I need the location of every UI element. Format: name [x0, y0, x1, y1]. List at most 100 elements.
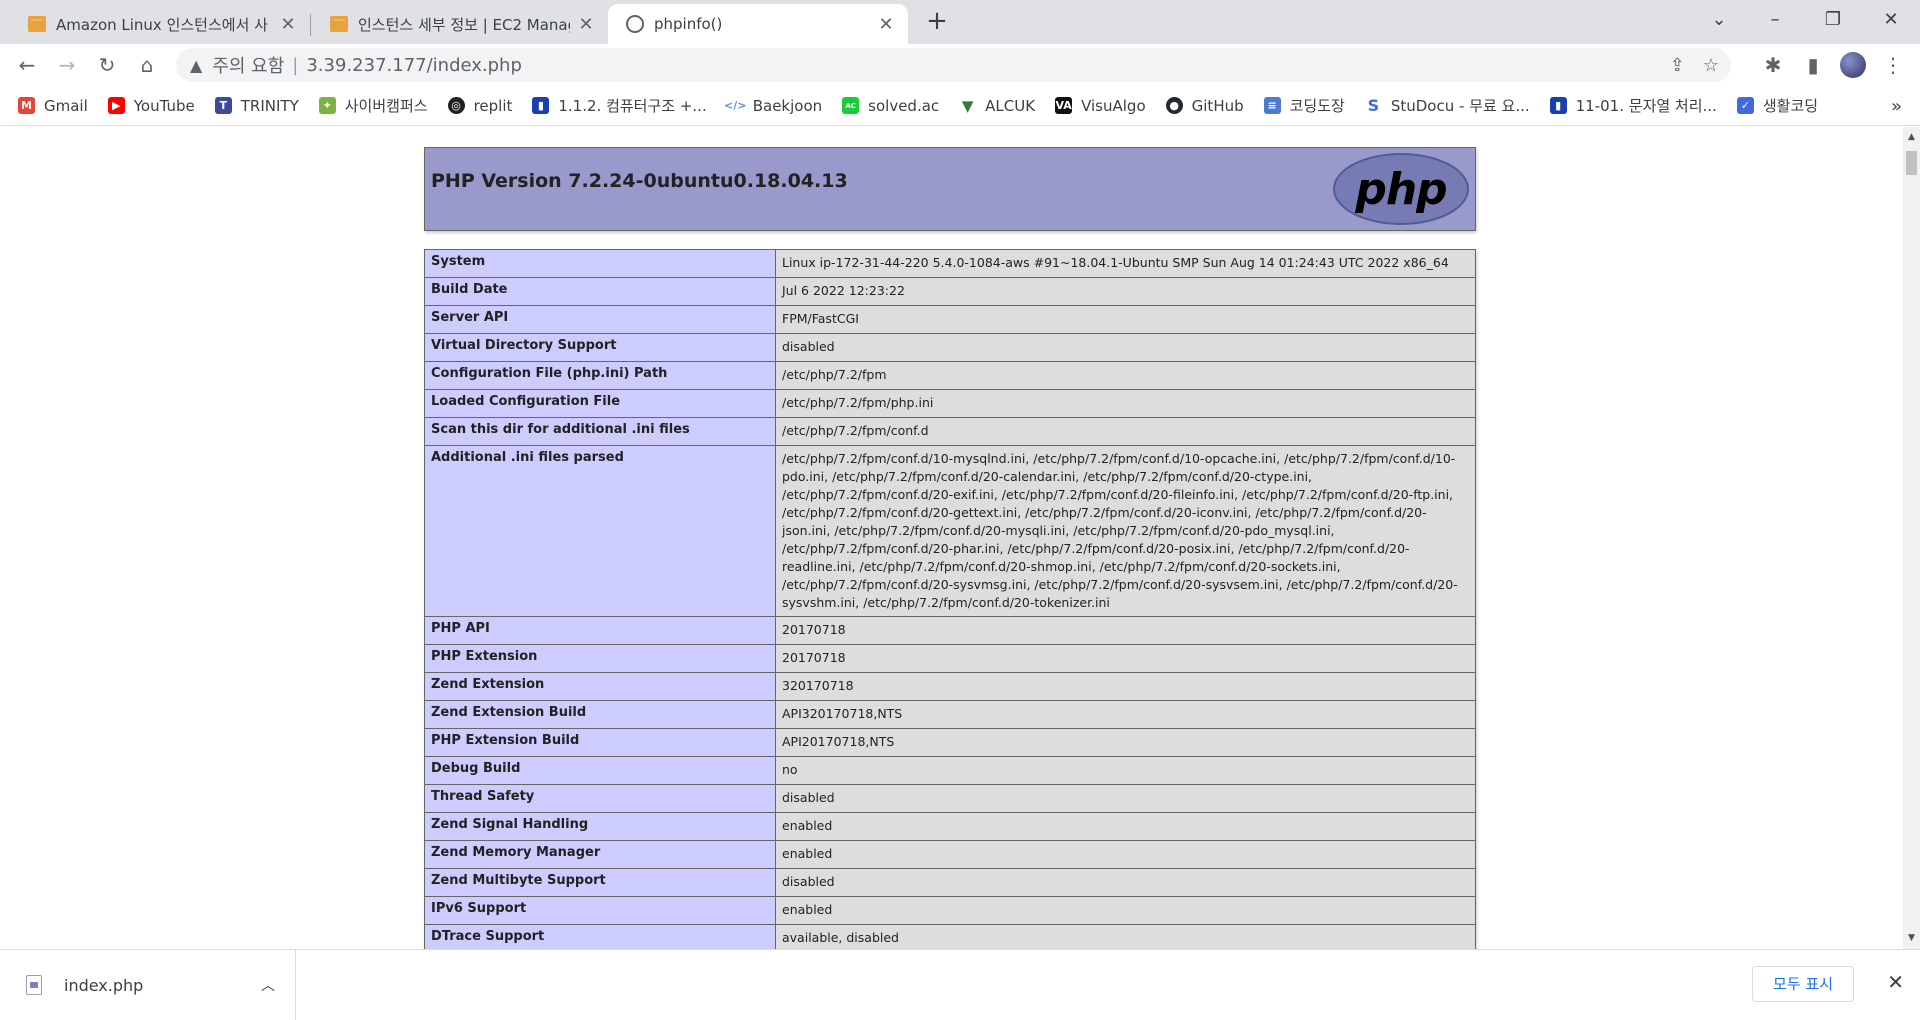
info-value: /etc/php/7.2/fpm/conf.d/10-mysqlnd.ini, …: [775, 445, 1476, 617]
home-icon[interactable]: ⌂: [132, 50, 162, 80]
reload-icon[interactable]: ↻: [92, 50, 122, 80]
bookmark-baekjoon[interactable]: </> Baekjoon: [724, 97, 822, 115]
replit-icon: ◎: [447, 97, 465, 114]
bookmark-computer-architecture[interactable]: ▮ 1.1.2. 컴퓨터구조 +...: [532, 95, 707, 116]
info-key: Scan this dir for additional .ini files: [424, 417, 776, 446]
tab-strip: Amazon Linux 인스턴스에서 사용 ✕ 인스턴스 세부 정보 | EC…: [0, 0, 1920, 44]
tab-phpinfo[interactable]: phpinfo() ✕: [608, 4, 908, 44]
download-bar: index.php ︿ 모두 표시 ✕: [0, 949, 1920, 1020]
bookmark-label: Gmail: [44, 96, 88, 115]
info-key: Server API: [424, 305, 776, 334]
side-panel-icon[interactable]: ▮: [1798, 50, 1828, 80]
close-icon[interactable]: ✕: [576, 14, 596, 35]
info-key: Additional .ini files parsed: [424, 445, 776, 617]
profile-avatar[interactable]: [1840, 52, 1866, 78]
info-row: DTrace Support available, disabled: [424, 924, 1476, 949]
bookmarks-overflow-icon[interactable]: »: [1891, 96, 1902, 117]
back-arrow-icon[interactable]: ←: [12, 50, 42, 80]
info-key: Virtual Directory Support: [424, 333, 776, 362]
info-row: PHP Extension Build API20170718,NTS: [424, 728, 1476, 757]
bookmark-opentutorials[interactable]: ✓ 생활코딩: [1736, 95, 1818, 116]
bookmark-alcuk[interactable]: ▼ ALCUK: [959, 97, 1035, 115]
chevron-up-icon[interactable]: ︿: [261, 975, 275, 995]
info-value: /etc/php/7.2/fpm/php.ini: [775, 389, 1476, 418]
tab-amazon-linux[interactable]: Amazon Linux 인스턴스에서 사용 ✕: [10, 4, 310, 44]
tab-title: phpinfo(): [654, 15, 723, 33]
window-close-icon[interactable]: ✕: [1866, 0, 1916, 40]
info-value: enabled: [775, 840, 1476, 869]
aws-box-icon: [28, 16, 46, 32]
info-key: Thread Safety: [424, 784, 776, 813]
bookmark-cybercampus[interactable]: ✦ 사이버캠퍼스: [318, 95, 428, 116]
address-bar[interactable]: ▲ 주의 요함 | 3.39.237.177/index.php ⇪ ☆: [176, 48, 1731, 82]
github-icon: ●: [1165, 97, 1183, 114]
cybercampus-icon: ✦: [318, 97, 336, 114]
minimize-icon[interactable]: –: [1750, 0, 1800, 40]
bookmark-label: replit: [473, 96, 513, 115]
info-value: disabled: [775, 333, 1476, 362]
youtube-icon: ▶: [107, 97, 125, 114]
close-download-bar-icon[interactable]: ✕: [1887, 970, 1904, 994]
bookmark-trinity[interactable]: T TRINITY: [214, 96, 299, 115]
info-value: API320170718,NTS: [775, 700, 1476, 729]
info-value: FPM/FastCGI: [775, 305, 1476, 334]
bookmark-replit[interactable]: ◎ replit: [447, 96, 513, 115]
book-icon: ▮: [1549, 97, 1567, 114]
php-file-icon: [26, 975, 42, 995]
extensions-puzzle-icon[interactable]: ✱: [1758, 50, 1788, 80]
scroll-down-arrow-icon[interactable]: ▼: [1903, 930, 1920, 947]
scroll-thumb[interactable]: [1906, 151, 1917, 175]
scroll-up-arrow-icon[interactable]: ▲: [1903, 129, 1920, 146]
bookmark-github[interactable]: ● GitHub: [1165, 96, 1244, 115]
info-value: Jul 6 2022 12:23:22: [775, 277, 1476, 306]
close-icon[interactable]: ✕: [876, 14, 896, 35]
tab-search-chevron-icon[interactable]: ⌄: [1694, 0, 1744, 40]
tab-title: 인스턴스 세부 정보 | EC2 Manag: [358, 15, 570, 34]
new-tab-plus-icon[interactable]: +: [922, 6, 952, 36]
bookmark-studocu[interactable]: S StuDocu - 무료 요...: [1364, 95, 1530, 116]
bookmark-youtube[interactable]: ▶ YouTube: [107, 97, 195, 115]
alcuk-icon: ▼: [959, 97, 977, 115]
solvedac-icon: AC: [842, 97, 860, 114]
bookmark-visualgo[interactable]: VA VisuAlgo: [1055, 97, 1146, 115]
info-key: Zend Multibyte Support: [424, 868, 776, 897]
php-logo-text: php: [1355, 163, 1447, 215]
info-row: Zend Signal Handling enabled: [424, 812, 1476, 841]
bookmark-label: GitHub: [1191, 96, 1244, 115]
bookmark-label: TRINITY: [240, 96, 299, 115]
info-value: available, disabled: [775, 924, 1476, 949]
bookmark-solvedac[interactable]: AC solved.ac: [842, 97, 939, 115]
bookmark-gmail[interactable]: M Gmail: [18, 97, 88, 115]
php-version-title: PHP Version 7.2.24-0ubuntu0.18.04.13: [431, 170, 848, 192]
info-key: Zend Memory Manager: [424, 840, 776, 869]
show-all-downloads-button[interactable]: 모두 표시: [1752, 966, 1854, 1002]
php-version-header: PHP Version 7.2.24-0ubuntu0.18.04.13 php: [424, 147, 1476, 231]
tab-ec2-instance[interactable]: 인스턴스 세부 정보 | EC2 Manag ✕: [312, 4, 608, 44]
info-row: Thread Safety disabled: [424, 784, 1476, 813]
page-scrollbar[interactable]: ▲ ▼: [1903, 127, 1920, 949]
warning-triangle-icon[interactable]: ▲: [190, 56, 202, 75]
book-icon: ▮: [532, 97, 550, 114]
info-key: Loaded Configuration File: [424, 389, 776, 418]
info-value: no: [775, 756, 1476, 785]
more-menu-icon[interactable]: ⋮: [1878, 50, 1908, 80]
url-text[interactable]: 3.39.237.177/index.php: [306, 55, 522, 76]
forward-arrow-icon[interactable]: →: [52, 50, 82, 80]
info-value: disabled: [775, 784, 1476, 813]
close-icon[interactable]: ✕: [278, 14, 298, 35]
download-item[interactable]: index.php ︿: [0, 950, 296, 1020]
restore-icon[interactable]: ❐: [1808, 0, 1858, 40]
info-key: IPv6 Support: [424, 896, 776, 925]
bookmark-string-processing[interactable]: ▮ 11-01. 문자열 처리...: [1549, 95, 1717, 116]
info-key: PHP Extension: [424, 644, 776, 673]
info-row: PHP Extension 20170718: [424, 644, 1476, 673]
bookmarks-bar: M Gmail ▶ YouTube T TRINITY ✦ 사이버캠퍼스 ◎ replit…: [0, 86, 1920, 126]
share-icon[interactable]: ⇪: [1670, 55, 1685, 76]
info-value: 20170718: [775, 644, 1476, 673]
php-logo[interactable]: php: [1333, 153, 1469, 225]
info-row: PHP API 20170718: [424, 616, 1476, 645]
bookmark-star-icon[interactable]: ☆: [1703, 55, 1719, 76]
bookmark-codingdojang[interactable]: ≡ 코딩도장: [1263, 95, 1345, 116]
page-viewport: PHP Version 7.2.24-0ubuntu0.18.04.13 php…: [0, 127, 1903, 949]
info-value: API20170718,NTS: [775, 728, 1476, 757]
